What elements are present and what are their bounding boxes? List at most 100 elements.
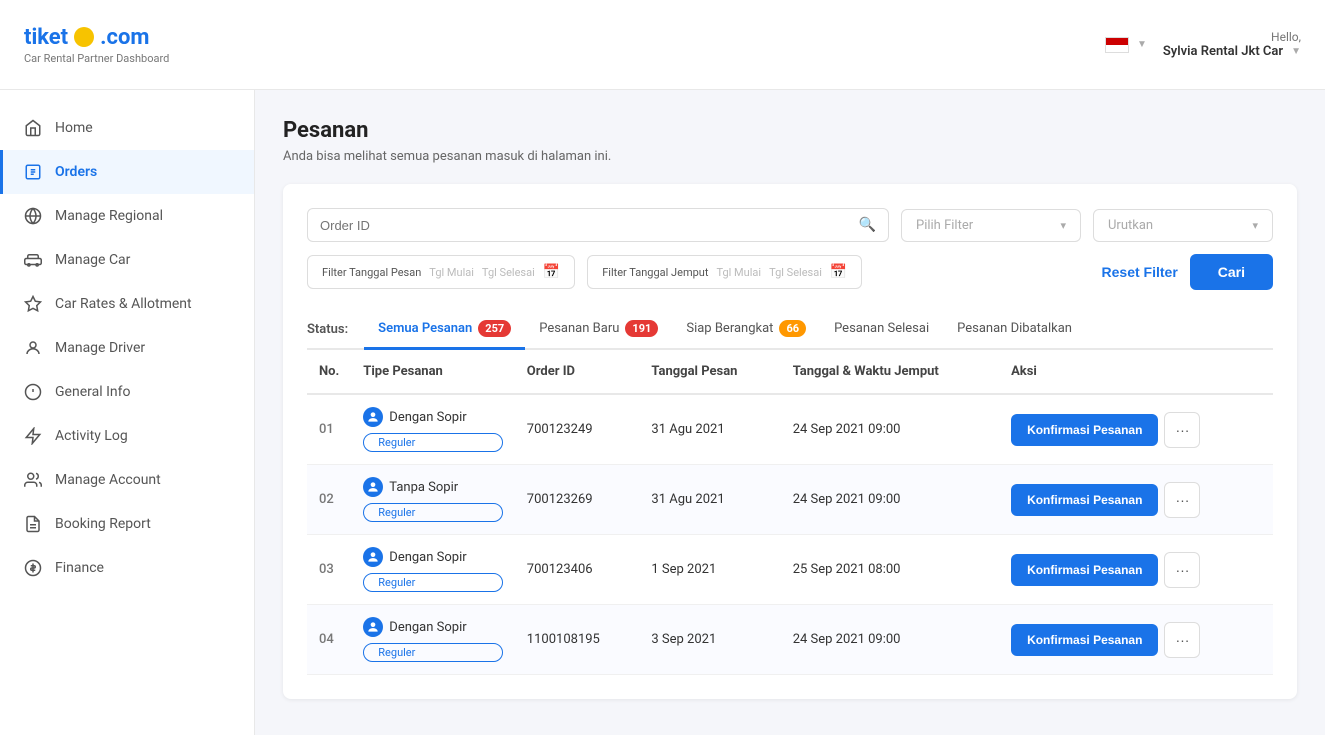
logo-text-tiket: tiket: [24, 25, 68, 50]
sidebar-label-manage-car: Manage Car: [55, 252, 130, 268]
row-order-id: 700123249: [515, 394, 640, 465]
flag-icon: [1105, 37, 1129, 53]
row-aksi: Konfirmasi Pesanan ···: [999, 394, 1273, 465]
pilih-filter-select[interactable]: Pilih Filter ▾: [901, 209, 1081, 242]
status-label: Status:: [307, 322, 348, 337]
tab-pesanan-selesai[interactable]: Pesanan Selesai: [820, 311, 943, 349]
sidebar-item-home[interactable]: Home: [0, 106, 254, 150]
car-icon: [23, 250, 43, 270]
row-tipe-name: Dengan Sopir: [389, 620, 466, 635]
orders-table-wrap: No. Tipe Pesanan Order ID Tanggal Pesan …: [307, 350, 1273, 675]
search-box[interactable]: 🔍: [307, 208, 889, 242]
pilih-filter-arrow-icon: ▾: [1060, 219, 1066, 232]
more-options-button[interactable]: ···: [1164, 552, 1200, 588]
sidebar-label-orders: Orders: [55, 164, 97, 180]
row-tipe: Tanpa Sopir Reguler: [351, 465, 515, 535]
sidebar-label-manage-regional: Manage Regional: [55, 208, 163, 224]
globe-icon: [23, 206, 43, 226]
sidebar-item-car-rates[interactable]: Car Rates & Allotment: [0, 282, 254, 326]
page-subtitle: Anda bisa melihat semua pesanan masuk di…: [283, 149, 1297, 164]
urutkan-label: Urutkan: [1108, 218, 1153, 233]
logo-subtitle: Car Rental Partner Dashboard: [24, 52, 169, 65]
sidebar-item-orders[interactable]: Orders: [0, 150, 254, 194]
filter-tanggal-jemput-label: Filter Tanggal Jemput: [602, 266, 708, 279]
tab-semua-badge: 257: [478, 320, 511, 337]
orders-icon: [23, 162, 43, 182]
tab-baru-badge: 191: [625, 320, 658, 337]
cari-button[interactable]: Cari: [1190, 254, 1273, 290]
row-tanggal-jemput: 25 Sep 2021 08:00: [781, 535, 999, 605]
sidebar-item-manage-car[interactable]: Manage Car: [0, 238, 254, 282]
sidebar-label-activity-log: Activity Log: [55, 428, 128, 444]
filter-tanggal-pesan[interactable]: Filter Tanggal Pesan Tgl Mulai Tgl Seles…: [307, 255, 575, 289]
row-no: 01: [307, 394, 351, 465]
reset-filter-button[interactable]: Reset Filter: [1102, 264, 1178, 280]
search-icon: 🔍: [859, 217, 876, 233]
col-no: No.: [307, 350, 351, 394]
konfirmasi-button[interactable]: Konfirmasi Pesanan: [1011, 624, 1158, 656]
tgl-selesai-1: Tgl Selesai: [482, 266, 535, 279]
row-tipe: Dengan Sopir Reguler: [351, 394, 515, 465]
row-aksi: Konfirmasi Pesanan ···: [999, 605, 1273, 675]
row-tanggal-pesan: 1 Sep 2021: [639, 535, 780, 605]
more-options-button[interactable]: ···: [1164, 482, 1200, 518]
driver-avatar-icon: [363, 617, 383, 637]
konfirmasi-button[interactable]: Konfirmasi Pesanan: [1011, 484, 1158, 516]
col-tanggal-jemput: Tanggal & Waktu Jemput: [781, 350, 999, 394]
search-input[interactable]: [320, 218, 859, 233]
sidebar-label-car-rates: Car Rates & Allotment: [55, 296, 192, 312]
sidebar-item-booking-report[interactable]: Booking Report: [0, 502, 254, 546]
row-tipe-badge: Reguler: [363, 503, 503, 522]
status-tabs: Status: Semua Pesanan 257 Pesanan Baru 1…: [307, 310, 1273, 350]
logo-dot-icon: [74, 27, 94, 47]
tab-semua-pesanan[interactable]: Semua Pesanan 257: [364, 310, 525, 350]
user-name: Sylvia Rental Jkt Car: [1163, 44, 1283, 59]
sidebar-item-general-info[interactable]: General Info: [0, 370, 254, 414]
row-tipe-badge: Reguler: [363, 433, 503, 452]
more-options-button[interactable]: ···: [1164, 412, 1200, 448]
sidebar-label-general-info: General Info: [55, 384, 130, 400]
sidebar-item-manage-regional[interactable]: Manage Regional: [0, 194, 254, 238]
flag-selector[interactable]: ▼: [1105, 37, 1147, 53]
urutkan-select[interactable]: Urutkan ▾: [1093, 209, 1273, 242]
finance-icon: [23, 558, 43, 578]
user-info[interactable]: Hello, Sylvia Rental Jkt Car ▼: [1163, 30, 1301, 59]
row-tipe-badge: Reguler: [363, 643, 503, 662]
row-order-id: 700123406: [515, 535, 640, 605]
row-tipe: Dengan Sopir Reguler: [351, 535, 515, 605]
filter-tanggal-pesan-label: Filter Tanggal Pesan: [322, 266, 421, 279]
logo-text-com: .com: [100, 25, 149, 50]
flag-chevron-icon: ▼: [1137, 39, 1147, 50]
row-aksi: Konfirmasi Pesanan ···: [999, 535, 1273, 605]
table-row: 03 Dengan Sopir Reguler 700123406 1 Sep …: [307, 535, 1273, 605]
row-order-id: 1100108195: [515, 605, 640, 675]
sidebar-item-manage-account[interactable]: Manage Account: [0, 458, 254, 502]
tab-baru-label: Pesanan Baru: [539, 321, 619, 336]
tab-selesai-label: Pesanan Selesai: [834, 321, 929, 336]
sidebar-item-activity-log[interactable]: Activity Log: [0, 414, 254, 458]
filter-row-1: 🔍 Pilih Filter ▾ Urutkan ▾: [307, 208, 1273, 242]
filter-row-2: Filter Tanggal Pesan Tgl Mulai Tgl Seles…: [307, 254, 1273, 290]
tab-pesanan-dibatalkan[interactable]: Pesanan Dibatalkan: [943, 311, 1086, 349]
col-aksi: Aksi: [999, 350, 1273, 394]
tgl-mulai-1: Tgl Mulai: [429, 266, 474, 279]
col-tipe: Tipe Pesanan: [351, 350, 515, 394]
sidebar: Home Orders Manage Regional Manage Car: [0, 90, 255, 735]
sidebar-item-manage-driver[interactable]: Manage Driver: [0, 326, 254, 370]
filter-tanggal-jemput[interactable]: Filter Tanggal Jemput Tgl Mulai Tgl Sele…: [587, 255, 862, 289]
row-no: 03: [307, 535, 351, 605]
header: tiket .com Car Rental Partner Dashboard …: [0, 0, 1325, 90]
tab-pesanan-baru[interactable]: Pesanan Baru 191: [525, 310, 672, 350]
page-title: Pesanan: [283, 118, 1297, 143]
driver-icon: [23, 338, 43, 358]
row-tipe-name: Dengan Sopir: [389, 410, 466, 425]
konfirmasi-button[interactable]: Konfirmasi Pesanan: [1011, 414, 1158, 446]
header-right: ▼ Hello, Sylvia Rental Jkt Car ▼: [1105, 30, 1301, 59]
sidebar-item-finance[interactable]: Finance: [0, 546, 254, 590]
row-tipe: Dengan Sopir Reguler: [351, 605, 515, 675]
konfirmasi-button[interactable]: Konfirmasi Pesanan: [1011, 554, 1158, 586]
more-options-button[interactable]: ···: [1164, 622, 1200, 658]
row-tanggal-pesan: 31 Agu 2021: [639, 465, 780, 535]
urutkan-arrow-icon: ▾: [1252, 219, 1258, 232]
tab-siap-berangkat[interactable]: Siap Berangkat 66: [672, 310, 820, 350]
